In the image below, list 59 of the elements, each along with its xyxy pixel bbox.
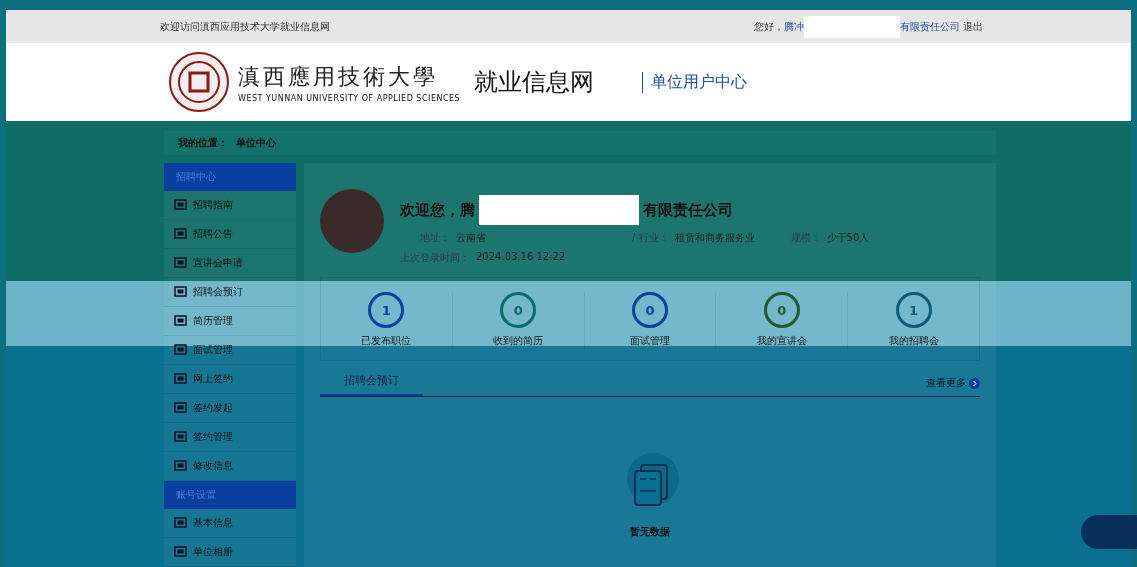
sidebar-item[interactable]: 签约管理 bbox=[164, 423, 296, 452]
list-icon bbox=[174, 257, 187, 269]
sidebar-item[interactable]: 招聘指南 bbox=[164, 191, 296, 220]
breadcrumb-label: 我的位置： bbox=[178, 136, 228, 150]
sidebar-item[interactable]: 招聘公告 bbox=[164, 220, 296, 249]
stat-label: 已发布职位 bbox=[361, 334, 412, 348]
stat-label: 面试管理 bbox=[630, 334, 670, 348]
list-icon bbox=[174, 517, 187, 529]
list-icon bbox=[174, 431, 187, 443]
list-icon bbox=[174, 460, 187, 472]
welcome-heading: 欢迎您，腾 bbox=[400, 200, 475, 220]
site-title: 就业信息网 bbox=[474, 67, 595, 99]
sidebar-item[interactable]: 宣讲会申请 bbox=[164, 249, 296, 278]
university-seal-icon bbox=[168, 51, 230, 114]
industry-value: 租赁和商务服务业 bbox=[674, 231, 755, 245]
university-name: 滇西應用技術大學 bbox=[238, 62, 439, 91]
sidebar-item[interactable]: 面试管理 bbox=[164, 336, 296, 365]
count-ring[interactable]: 0 bbox=[763, 292, 800, 328]
center-title: 单位用户中心 bbox=[642, 71, 748, 93]
scale-label: 规模： bbox=[790, 231, 821, 245]
count-ring[interactable]: 1 bbox=[368, 292, 405, 328]
breadcrumb-current: 单位中心 bbox=[236, 136, 276, 150]
list-icon bbox=[174, 402, 187, 414]
view-more-link[interactable]: 查看更多 bbox=[926, 376, 980, 396]
list-icon bbox=[174, 228, 187, 240]
list-icon bbox=[174, 199, 187, 211]
sidebar-item[interactable]: 招聘会预订 bbox=[164, 278, 296, 307]
industry-label: / 行业： bbox=[632, 231, 669, 245]
university-name-english: WEST YUNNAN UNIVERSITY OF APPLIED SCIENCES bbox=[238, 93, 461, 103]
list-icon bbox=[174, 344, 187, 356]
welcome-text: 欢迎访问滇西应用技术大学就业信息网 bbox=[160, 19, 330, 34]
count-ring[interactable]: 0 bbox=[632, 292, 668, 328]
count-ring[interactable]: 0 bbox=[500, 292, 537, 328]
company-link[interactable]: 腾冲 bbox=[784, 19, 804, 34]
list-icon bbox=[174, 286, 187, 298]
floating-chat-button[interactable] bbox=[1081, 515, 1137, 549]
empty-state-text: 暂无数据 bbox=[630, 525, 670, 539]
stat-label: 我的招聘会 bbox=[888, 334, 939, 348]
scale-value: 少于50人 bbox=[826, 231, 870, 245]
logout-link[interactable]: 退出 bbox=[963, 19, 983, 34]
list-icon bbox=[174, 546, 187, 558]
tab[interactable]: 招聘会预订 bbox=[320, 373, 423, 396]
greeting-text: 您好， bbox=[754, 19, 784, 34]
last-login-value: 2024.03.16 12:22 bbox=[476, 251, 566, 264]
list-icon bbox=[174, 373, 187, 385]
sidebar-item[interactable]: 网上签约 bbox=[164, 365, 296, 394]
sidebar-item[interactable]: 签约发起 bbox=[164, 394, 296, 423]
address-value: 云南省 bbox=[456, 231, 486, 245]
stat-label: 我的宣讲会 bbox=[756, 334, 807, 348]
welcome-heading: 有限责任公司 bbox=[643, 200, 733, 220]
sidebar-item[interactable]: 单位相册 bbox=[164, 538, 296, 567]
company-link[interactable]: 有限责任公司 bbox=[900, 19, 960, 34]
sidebar-item[interactable]: 简历管理 bbox=[164, 307, 296, 336]
stat-label: 收到的简历 bbox=[493, 334, 544, 348]
count-ring[interactable]: 1 bbox=[895, 292, 932, 328]
arrow-circle-icon bbox=[969, 377, 980, 389]
sidebar-item[interactable]: 基本信息 bbox=[164, 509, 296, 538]
list-icon bbox=[174, 315, 187, 327]
sidebar-item[interactable]: 修改信息 bbox=[164, 452, 296, 481]
